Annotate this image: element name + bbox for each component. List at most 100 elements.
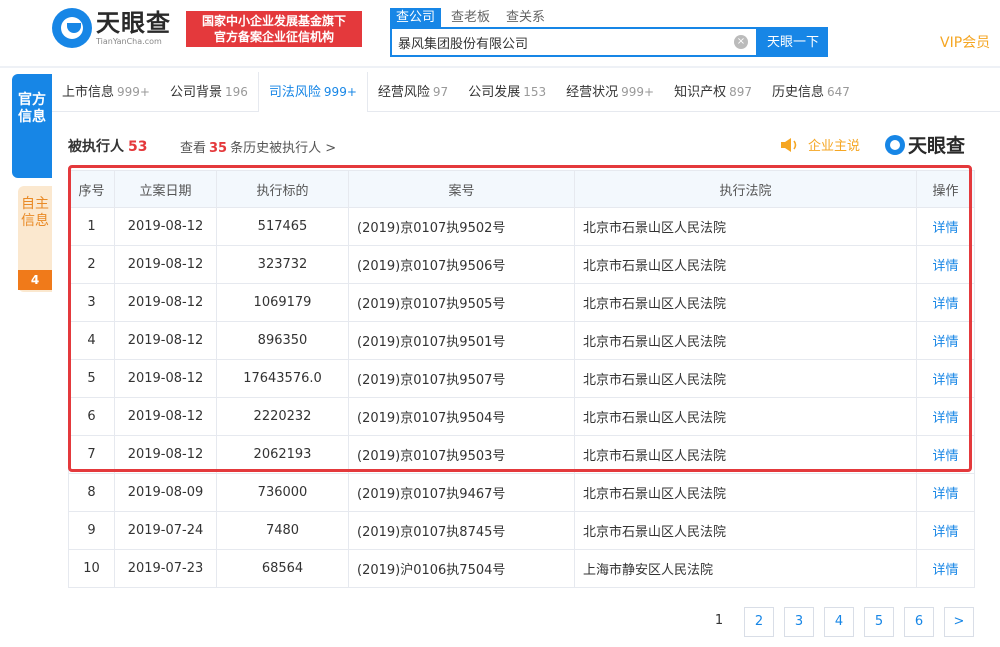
search-button[interactable]: 天眼一下 [758, 27, 828, 57]
cell-court: 北京市石景山区人民法院 [574, 511, 917, 550]
tab-intellectual-property[interactable]: 知识产权 897 [664, 72, 762, 112]
cell-date: 2019-07-23 [114, 549, 217, 588]
table-row: 4 2019-08-12 896350 (2019)京0107执9501号 北京市石景山… [68, 321, 975, 360]
page-2[interactable]: 2 [744, 607, 774, 637]
official-badge: 国家中小企业发展基金旗下 官方备案企业征信机构 [186, 11, 362, 47]
cell-date: 2019-08-12 [114, 397, 217, 436]
tab-search-company[interactable]: 查公司 [390, 8, 442, 28]
detail-link[interactable]: 详情 [916, 511, 975, 550]
detail-link[interactable]: 详情 [916, 283, 975, 322]
page-4[interactable]: 4 [824, 607, 854, 637]
speaker-icon [781, 137, 797, 152]
cell-case-number: (2019)京0107执9503号 [348, 435, 575, 474]
table-row: 9 2019-07-24 7480 (2019)京0107执8745号 北京市石景山区人… [68, 511, 975, 550]
col-header-amount: 执行标的 [216, 170, 349, 208]
cell-case-number: (2019)京0107执9505号 [348, 283, 575, 322]
cell-court: 北京市石景山区人民法院 [574, 473, 917, 512]
detail-link[interactable]: 详情 [916, 359, 975, 398]
vip-link[interactable]: VIP会员 [940, 32, 990, 52]
brand-eye-icon [885, 134, 905, 155]
tab-company-background[interactable]: 公司背景 196 [160, 72, 258, 112]
cell-case-number: (2019)京0107执9504号 [348, 397, 575, 436]
side-self-count-badge: 4 [18, 270, 52, 290]
detail-link[interactable]: 详情 [916, 245, 975, 284]
cell-amount: 896350 [216, 321, 349, 360]
executed-table: 序号 立案日期 执行标的 案号 执行法院 操作 1 2019-08-12 51746… [68, 170, 975, 588]
logo-eye-icon [52, 8, 92, 48]
cell-date: 2019-08-12 [114, 359, 217, 398]
detail-link[interactable]: 详情 [916, 473, 975, 512]
cell-date: 2019-08-12 [114, 283, 217, 322]
col-header-date: 立案日期 [114, 170, 217, 208]
logo-domain: TianYanCha.com [96, 37, 162, 46]
cell-case-number: (2019)京0107执9467号 [348, 473, 575, 512]
badge-line-2: 官方备案企业征信机构 [213, 30, 334, 44]
cell-amount: 2220232 [216, 397, 349, 436]
table-row: 3 2019-08-12 1069179 (2019)京0107执9505号 北京市石景… [68, 283, 975, 322]
page-6[interactable]: 6 [904, 607, 934, 637]
cell-court: 北京市石景山区人民法院 [574, 207, 917, 246]
cell-case-number: (2019)沪0106执7504号 [348, 549, 575, 588]
col-header-no: 序号 [68, 170, 115, 208]
cell-date: 2019-08-12 [114, 207, 217, 246]
detail-link[interactable]: 详情 [916, 435, 975, 474]
table-row: 7 2019-08-12 2062193 (2019)京0107执9503号 北京市石景… [68, 435, 975, 474]
section-title: 被执行人 53 [68, 139, 148, 155]
cell-case-number: (2019)京0107执8745号 [348, 511, 575, 550]
logo[interactable]: 天眼查 TianYanCha.com [52, 8, 171, 48]
page-5[interactable]: 5 [864, 607, 894, 637]
cell-amount: 323732 [216, 245, 349, 284]
table-row: 1 2019-08-12 517465 (2019)京0107执9502号 北京市石景山… [68, 207, 975, 246]
cell-date: 2019-08-12 [114, 321, 217, 360]
table-row: 8 2019-08-09 736000 (2019)京0107执9467号 北京市石景山… [68, 473, 975, 512]
clear-icon[interactable]: × [734, 35, 748, 49]
page-1[interactable]: 1 [704, 607, 734, 637]
cell-case-number: (2019)京0107执9507号 [348, 359, 575, 398]
tab-company-development[interactable]: 公司发展 153 [458, 72, 556, 112]
cell-amount: 517465 [216, 207, 349, 246]
col-header-case: 案号 [348, 170, 575, 208]
table-row: 5 2019-08-12 17643576.0 (2019)京0107执9507号 北京… [68, 359, 975, 398]
search-type-tabs: 查公司 查老板 查关系 [390, 8, 555, 28]
cell-no: 1 [68, 207, 115, 246]
cell-no: 10 [68, 549, 115, 588]
detail-link[interactable]: 详情 [916, 397, 975, 436]
detail-link[interactable]: 详情 [916, 549, 975, 588]
cell-amount: 7480 [216, 511, 349, 550]
table-row: 6 2019-08-12 2220232 (2019)京0107执9504号 北京市石景… [68, 397, 975, 436]
tab-history-info[interactable]: 历史信息 647 [762, 72, 860, 112]
cell-amount: 736000 [216, 473, 349, 512]
cell-amount: 1069179 [216, 283, 349, 322]
cell-date: 2019-08-09 [114, 473, 217, 512]
detail-link[interactable]: 详情 [916, 321, 975, 360]
cell-amount: 17643576.0 [216, 359, 349, 398]
company-say-link[interactable]: 企业主说 [780, 135, 860, 154]
tab-search-boss[interactable]: 查老板 [445, 8, 496, 28]
top-header: 天眼查 TianYanCha.com 国家中小企业发展基金旗下 官方备案企业征信… [0, 0, 1000, 68]
table-header-row: 序号 立案日期 执行标的 案号 执行法院 操作 [68, 170, 975, 208]
cell-case-number: (2019)京0107执9506号 [348, 245, 575, 284]
cell-date: 2019-08-12 [114, 245, 217, 284]
history-executed-link[interactable]: 查看 35 条历史被执行人 > [180, 137, 336, 156]
tab-operation-status[interactable]: 经营状况 999+ [556, 72, 664, 112]
col-header-court: 执行法院 [574, 170, 917, 208]
detail-link[interactable]: 详情 [916, 207, 975, 246]
cell-no: 3 [68, 283, 115, 322]
page-3[interactable]: 3 [784, 607, 814, 637]
table-row: 10 2019-07-23 68564 (2019)沪0106执7504号 上海市静安区… [68, 549, 975, 588]
tab-judicial-risk[interactable]: 司法风险 999+ [257, 72, 368, 112]
tab-search-relation[interactable]: 查关系 [500, 8, 551, 28]
cell-no: 5 [68, 359, 115, 398]
cell-case-number: (2019)京0107执9502号 [348, 207, 575, 246]
cell-no: 6 [68, 397, 115, 436]
table-row: 2 2019-08-12 323732 (2019)京0107执9506号 北京市石景山… [68, 245, 975, 284]
cell-date: 2019-07-24 [114, 511, 217, 550]
cell-amount: 2062193 [216, 435, 349, 474]
tab-operation-risk[interactable]: 经营风险 97 [368, 72, 458, 112]
category-nav: 上市信息 999+ 公司背景 196 司法风险 999+ 经营风险 97 公司发展 153… [52, 72, 1000, 112]
search-input[interactable] [392, 29, 722, 55]
tab-listing-info[interactable]: 上市信息 999+ [52, 72, 160, 112]
side-tab-official[interactable]: 官方信息 [12, 74, 52, 178]
cell-date: 2019-08-12 [114, 435, 217, 474]
next-page-button[interactable]: > [944, 607, 974, 637]
